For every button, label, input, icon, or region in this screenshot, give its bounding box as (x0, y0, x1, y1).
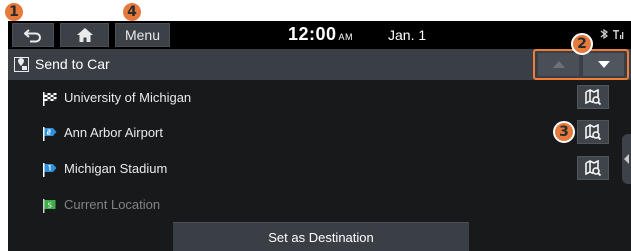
callout-1: 1 (3, 1, 25, 23)
set-as-destination-label: Set as Destination (268, 229, 374, 245)
list-item-university-of-michigan[interactable]: University of Michigan (8, 81, 616, 116)
home-icon (76, 28, 93, 42)
top-bar: Menu 12:00 AM Jan. 1 (8, 21, 631, 49)
bluetooth-audio-icon (600, 29, 609, 39)
arrow-up-icon (552, 61, 565, 68)
callout-3-number: 3 (559, 124, 569, 140)
back-arrow-icon (24, 29, 41, 43)
set-as-destination-button[interactable]: Set as Destination (173, 222, 469, 251)
svg-text:S: S (48, 202, 53, 210)
list-item-label: University of Michigan (64, 90, 192, 105)
side-panel-handle[interactable] (622, 134, 631, 184)
checkered-flag-icon (43, 92, 57, 106)
list-item-michigan-stadium[interactable]: Michigan Stadium (8, 152, 616, 187)
date: Jan. 1 (388, 27, 427, 43)
back-button[interactable] (12, 23, 54, 47)
map-view-button[interactable] (577, 156, 609, 180)
callout-2: 2 (571, 33, 593, 55)
list-item-label: Current Location (64, 197, 161, 212)
callout-1-number: 1 (9, 4, 19, 20)
status-icons (599, 29, 625, 39)
page-title: Send to Car (35, 56, 110, 72)
scroll-up-button[interactable] (538, 53, 579, 76)
scroll-down-button[interactable] (583, 53, 624, 76)
waypoint-2-flag-icon (43, 127, 57, 141)
waypoint-1-flag-icon (43, 163, 57, 177)
menu-button[interactable]: Menu (115, 23, 170, 47)
list-item-current-location: S Current Location (8, 188, 616, 223)
callout-4-number: 4 (127, 4, 137, 20)
clock-ampm: AM (338, 32, 354, 42)
list-item-label: Ann Arbor Airport (64, 125, 163, 140)
callout-3: 3 (553, 121, 575, 143)
send-to-car-icon (14, 57, 29, 72)
callout-4: 4 (121, 1, 143, 23)
map-search-icon (585, 89, 601, 105)
clock: 12:00 AM (288, 24, 353, 45)
clock-time: 12:00 (288, 24, 337, 44)
map-search-icon (585, 160, 601, 176)
list-item-ann-arbor-airport[interactable]: Ann Arbor Airport (8, 116, 616, 151)
map-view-button[interactable] (577, 120, 609, 144)
menu-button-label: Menu (124, 27, 161, 43)
home-button[interactable] (60, 23, 109, 47)
screen: Menu 12:00 AM Jan. 1 Send to Car Univers… (8, 21, 631, 251)
map-view-button[interactable] (577, 85, 609, 109)
map-search-icon (585, 124, 601, 140)
list-item-label: Michigan Stadium (64, 161, 168, 176)
arrow-down-icon (597, 61, 610, 68)
start-flag-icon: S (43, 199, 56, 213)
callout-2-number: 2 (577, 36, 587, 52)
signal-strength-icon (613, 30, 624, 39)
